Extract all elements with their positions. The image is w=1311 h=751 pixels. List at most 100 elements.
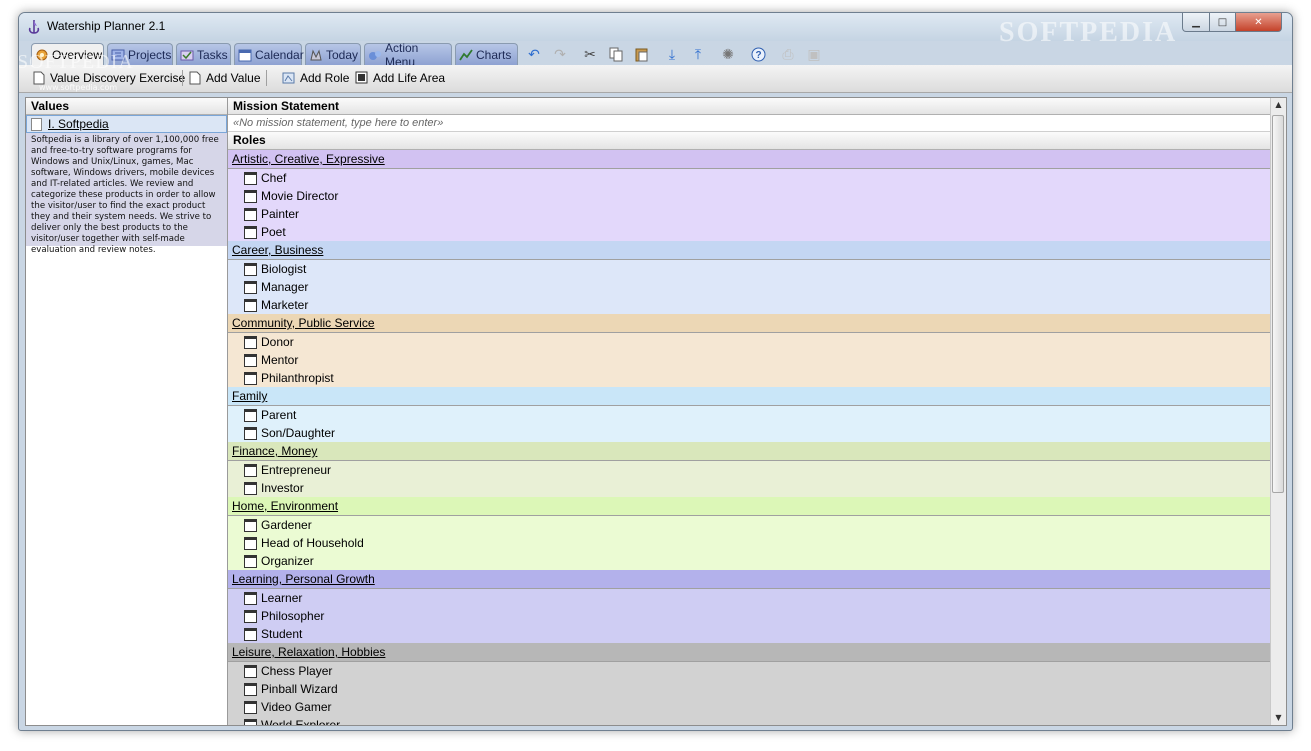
life-area-name[interactable]: Family	[232, 389, 267, 403]
role-item[interactable]: Chess Player	[228, 662, 1270, 680]
life-area-name[interactable]: Learning, Personal Growth	[232, 572, 375, 586]
paste-icon[interactable]	[634, 47, 650, 63]
role-name: Movie Director	[261, 189, 339, 203]
role-name: Philanthropist	[261, 371, 334, 385]
role-item[interactable]: Marketer	[228, 296, 1270, 314]
life-area-header[interactable]: Artistic, Creative, Expressive	[228, 150, 1270, 169]
role-window-icon	[244, 280, 257, 294]
role-window-icon	[244, 536, 257, 550]
role-item[interactable]: World Explorer	[228, 716, 1270, 725]
move-down-icon[interactable]: ⤓	[664, 47, 680, 63]
tab-tasks[interactable]: Tasks	[176, 43, 231, 65]
role-name: Gardener	[261, 518, 312, 532]
role-name: Mentor	[261, 353, 299, 367]
role-item[interactable]: Head of Household	[228, 534, 1270, 552]
role-item[interactable]: Gardener	[228, 516, 1270, 534]
app-window: Watership Planner 2.1 SOFTPEDIA ▁ □ ✕ Ov…	[18, 12, 1293, 731]
value-item[interactable]: I. Softpedia	[26, 115, 227, 133]
minimize-button[interactable]: ▁	[1182, 13, 1210, 32]
role-window-icon	[244, 591, 257, 605]
life-area-header[interactable]: Leisure, Relaxation, Hobbies	[228, 643, 1270, 662]
role-window-icon	[244, 609, 257, 623]
life-area-header[interactable]: Home, Environment	[228, 497, 1270, 516]
mission-statement-field[interactable]: «No mission statement, type here to ente…	[228, 115, 1270, 132]
scrollbar-thumb[interactable]	[1272, 115, 1284, 493]
svg-text:?: ?	[755, 50, 761, 61]
chart-icon	[459, 48, 473, 62]
undo-icon[interactable]: ↶	[526, 47, 542, 63]
toolbar-separator	[182, 70, 183, 86]
life-area-name[interactable]: Leisure, Relaxation, Hobbies	[232, 645, 385, 659]
tab-calendar[interactable]: Calendar	[234, 43, 304, 65]
life-areas-list: Artistic, Creative, Expressive Chef Movie …	[228, 150, 1270, 725]
role-item[interactable]: Biologist	[228, 260, 1270, 278]
role-item[interactable]: Mentor	[228, 351, 1270, 369]
life-area-header[interactable]: Career, Business	[228, 241, 1270, 260]
scroll-down-arrow-icon[interactable]: ▼	[1271, 711, 1286, 725]
role-window-icon	[244, 171, 257, 185]
copy-icon[interactable]	[608, 47, 624, 63]
role-item[interactable]: Chef	[228, 169, 1270, 187]
calendar-icon	[238, 48, 252, 62]
role-item[interactable]: Parent	[228, 406, 1270, 424]
role-window-icon	[244, 262, 257, 276]
life-area-name[interactable]: Artistic, Creative, Expressive	[232, 152, 385, 166]
tab-label: Tasks	[197, 47, 228, 62]
role-item[interactable]: Investor	[228, 479, 1270, 497]
title-bar[interactable]: Watership Planner 2.1 SOFTPEDIA ▁ □ ✕	[19, 13, 1292, 48]
life-area-name[interactable]: Career, Business	[232, 243, 323, 257]
help-icon[interactable]: ?	[750, 47, 766, 63]
role-item[interactable]: Video Gamer	[228, 698, 1270, 716]
value-title[interactable]: I. Softpedia	[48, 117, 109, 131]
life-area-name[interactable]: Home, Environment	[232, 499, 338, 513]
role-item[interactable]: Son/Daughter	[228, 424, 1270, 442]
main-tab-bar: Overview Projects Tasks Calendar Today A…	[19, 41, 1292, 69]
overview-content: Values I. Softpedia Softpedia is a libra…	[25, 97, 1287, 726]
role-item[interactable]: Philanthropist	[228, 369, 1270, 387]
role-item[interactable]: Entrepreneur	[228, 461, 1270, 479]
save-icon[interactable]: ▣	[806, 47, 822, 63]
close-button[interactable]: ✕	[1235, 13, 1282, 32]
scroll-up-arrow-icon[interactable]: ▲	[1271, 98, 1286, 112]
add-role-button[interactable]: Add Role	[282, 70, 349, 86]
role-item[interactable]: Philosopher	[228, 607, 1270, 625]
life-area-header[interactable]: Community, Public Service	[228, 314, 1270, 333]
life-area-header[interactable]: Learning, Personal Growth	[228, 570, 1270, 589]
maximize-button[interactable]: □	[1209, 13, 1236, 32]
settings-icon[interactable]: ✺	[720, 47, 736, 63]
cut-icon[interactable]: ✂	[582, 47, 598, 63]
life-area-name[interactable]: Community, Public Service	[232, 316, 375, 330]
role-name: Manager	[261, 280, 309, 294]
role-window-icon	[244, 408, 257, 422]
roles-header: Roles	[228, 132, 1270, 150]
add-life-area-button[interactable]: Add Life Area	[355, 70, 445, 86]
print-icon[interactable]: ⎙	[780, 47, 796, 63]
vertical-scrollbar[interactable]: ▲ ▼	[1270, 98, 1286, 725]
role-item[interactable]: Painter	[228, 205, 1270, 223]
tab-charts[interactable]: Charts	[455, 43, 518, 65]
role-item[interactable]: Movie Director	[228, 187, 1270, 205]
life-area-name[interactable]: Finance, Money	[232, 444, 317, 458]
tab-today[interactable]: Today	[305, 43, 361, 65]
redo-icon[interactable]: ↷	[552, 47, 568, 63]
add-value-button[interactable]: Add Value	[189, 70, 261, 86]
life-area-header[interactable]: Family	[228, 387, 1270, 406]
role-item[interactable]: Organizer	[228, 552, 1270, 570]
life-area-header[interactable]: Finance, Money	[228, 442, 1270, 461]
role-item[interactable]: Manager	[228, 278, 1270, 296]
role-name: Investor	[261, 481, 304, 495]
role-item[interactable]: Donor	[228, 333, 1270, 351]
role-name: Poet	[261, 225, 286, 239]
tab-action-menu[interactable]: Action Menu	[364, 41, 452, 69]
values-header: Values	[26, 98, 227, 115]
role-item[interactable]: Poet	[228, 223, 1270, 241]
role-item[interactable]: Learner	[228, 589, 1270, 607]
role-window-icon	[244, 463, 257, 477]
role-item[interactable]: Student	[228, 625, 1270, 643]
move-up-icon[interactable]: ⤒	[690, 47, 706, 63]
role-item[interactable]: Pinball Wizard	[228, 680, 1270, 698]
role-name: Painter	[261, 207, 300, 221]
tab-label: Charts	[476, 47, 512, 62]
watermark-text: SOFTPEDIA	[18, 51, 134, 73]
role-name: Organizer	[261, 554, 314, 568]
